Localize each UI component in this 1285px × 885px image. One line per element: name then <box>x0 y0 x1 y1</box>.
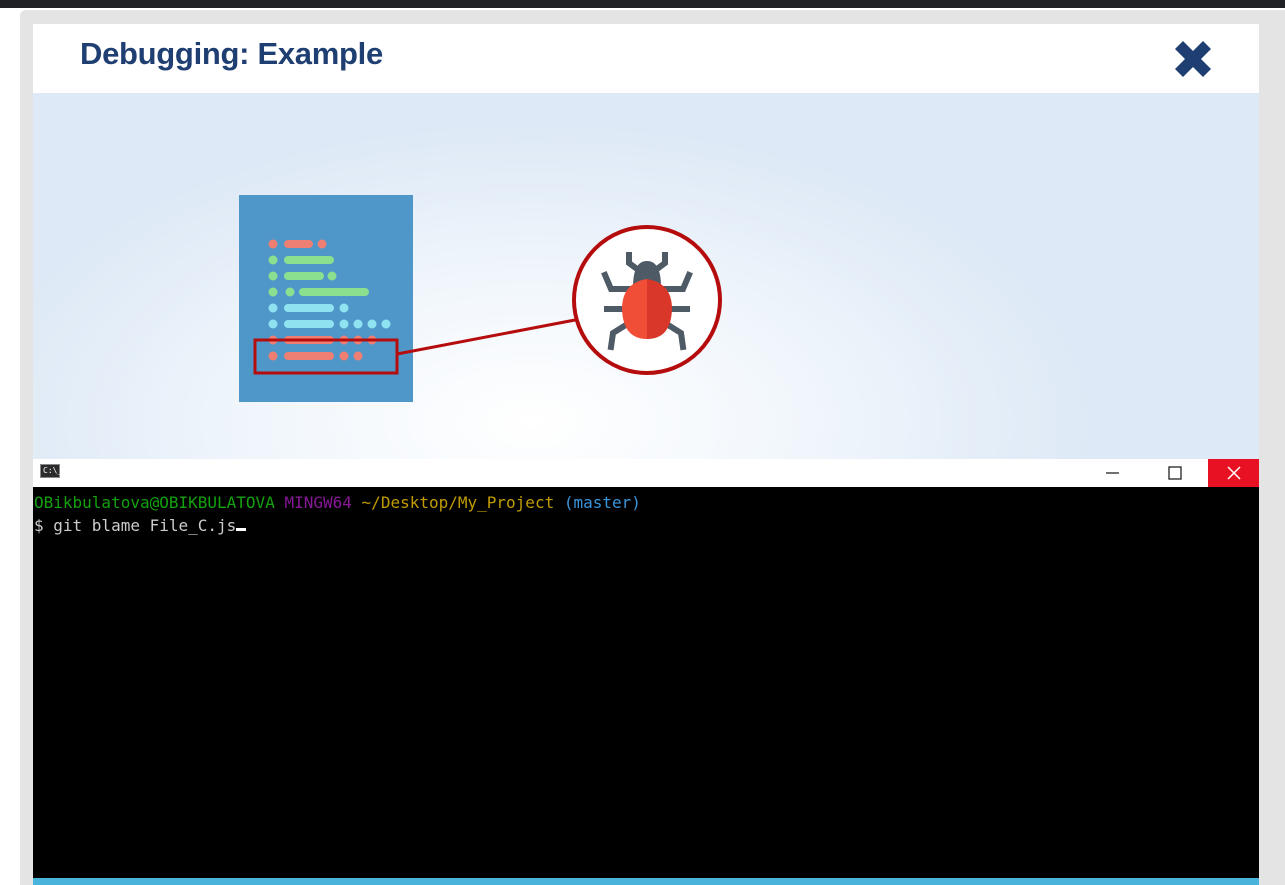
code-file-icon <box>239 195 413 402</box>
minimize-button[interactable] <box>1087 459 1138 487</box>
dialog-bottom-bar <box>33 878 1259 885</box>
terminal-titlebar: C:\_ <box>33 459 1259 487</box>
close-x-icon[interactable] <box>1163 29 1223 89</box>
debugging-dialog: Debugging: Example C:\_ OBikbulatova@OBI… <box>33 24 1259 885</box>
prompt-shell: MINGW64 <box>284 493 352 512</box>
maximize-button[interactable] <box>1149 459 1200 487</box>
dialog-title: Debugging: Example <box>80 36 383 71</box>
close-icon <box>1227 466 1241 480</box>
cmd-icon: C:\_ <box>40 464 62 478</box>
prompt-user-host: OBikbulatova@OBIKBULATOVA <box>34 493 275 512</box>
terminal-close-button[interactable] <box>1208 459 1259 487</box>
prompt-branch: (master) <box>563 493 641 512</box>
text-cursor <box>236 528 247 531</box>
minimize-icon <box>1106 472 1119 474</box>
prompt-path: ~/Desktop/My_Project <box>361 493 555 512</box>
maximize-icon <box>1168 466 1182 480</box>
dialog-header: Debugging: Example <box>33 24 1259 93</box>
connector-line <box>396 318 576 356</box>
browser-top-strip <box>0 0 1285 8</box>
command-prefix: $ <box>34 516 54 535</box>
command-text: git blame File_C.js <box>53 516 237 535</box>
debugging-illustration <box>33 93 1259 459</box>
terminal-console[interactable]: OBikbulatova@OBIKBULATOVA MINGW64 ~/Desk… <box>33 487 1259 878</box>
